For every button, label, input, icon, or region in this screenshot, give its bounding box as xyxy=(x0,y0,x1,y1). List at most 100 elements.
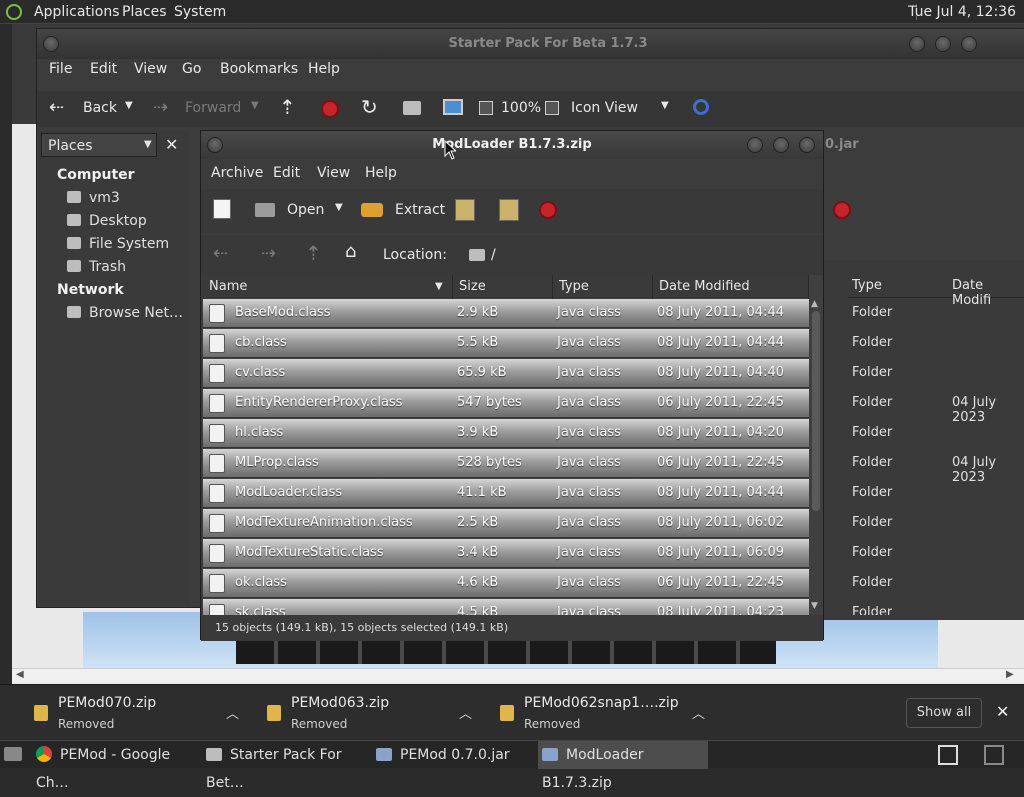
column-header-date[interactable]: Date Modifi xyxy=(952,278,1024,308)
task-pemod-jar[interactable]: PEMod 0.7.0.jar xyxy=(376,741,536,769)
up-icon[interactable]: ⇡ xyxy=(305,241,322,265)
close-button[interactable] xyxy=(961,36,977,52)
stop-icon[interactable] xyxy=(539,201,557,219)
scroll-left-icon[interactable]: ◀ xyxy=(16,669,24,680)
back-button[interactable]: Back xyxy=(83,100,117,116)
close-button[interactable] xyxy=(799,137,815,153)
add-files-icon[interactable] xyxy=(455,199,475,221)
background-tab-title[interactable]: 0.jar xyxy=(825,137,859,152)
menu-go[interactable]: Go xyxy=(182,61,201,77)
location-input[interactable]: / xyxy=(491,247,496,263)
table-row[interactable]: cv.class 65.9 kB Java class 08 July 2011, 0… xyxy=(203,359,809,388)
column-header-type[interactable]: Type xyxy=(852,278,882,293)
sidebar-item-browse-network[interactable]: Browse Net… xyxy=(67,305,183,321)
applications-menu[interactable]: Applications xyxy=(34,4,120,20)
download-item[interactable]: PEMod063.zip Removed ︿ xyxy=(241,685,473,741)
download-item[interactable]: PEMod062snap1….zip Removed ︿ xyxy=(474,685,706,741)
menu-archive[interactable]: Archive xyxy=(211,165,263,181)
list-item-type[interactable]: Folder xyxy=(852,425,892,440)
reload-icon[interactable]: ↻ xyxy=(361,95,378,119)
file-manager-titlebar[interactable]: Starter Pack For Beta 1.7.3 xyxy=(37,29,1024,59)
up-icon[interactable]: ⇡ xyxy=(279,95,296,119)
list-item-type[interactable]: Folder xyxy=(852,365,892,380)
list-item-type[interactable]: Folder xyxy=(852,395,892,410)
menu-edit[interactable]: Edit xyxy=(90,61,117,77)
column-header-name[interactable]: Name ▼ xyxy=(203,275,453,299)
forward-arrow-icon[interactable]: ⇢ xyxy=(261,243,276,264)
back-arrow-icon[interactable]: ⇠ xyxy=(49,97,64,118)
menu-view[interactable]: View xyxy=(317,165,350,181)
list-item-type[interactable]: Folder xyxy=(852,455,892,470)
home-icon[interactable]: ⌂ xyxy=(345,241,356,262)
show-desktop-icon[interactable] xyxy=(4,747,22,761)
open-dropdown-icon[interactable]: ▼ xyxy=(335,202,343,213)
chevron-up-icon[interactable]: ︿ xyxy=(226,703,239,722)
maximize-button[interactable] xyxy=(773,137,789,153)
chevron-up-icon[interactable]: ︿ xyxy=(692,703,705,722)
task-google-chrome[interactable]: PEMod - Google Ch… xyxy=(36,741,204,791)
table-row[interactable]: ok.class 4.6 kB Java class 06 July 2011, 22… xyxy=(203,569,809,598)
table-row[interactable]: MLProp.class 528 bytes Java class 06 July 2… xyxy=(203,449,809,478)
clock[interactable]: Tue Jul 4, 12:36 xyxy=(908,4,1016,20)
table-row[interactable]: BaseMod.class 2.9 kB Java class 08 July 201… xyxy=(203,299,809,328)
system-menu[interactable]: System xyxy=(174,4,226,20)
table-row[interactable]: hl.class 3.9 kB Java class 08 July 2011, 04… xyxy=(203,419,809,448)
extract-button[interactable]: Extract xyxy=(395,202,445,218)
list-item-type[interactable]: Folder xyxy=(852,605,892,615)
task-modloader-zip[interactable]: ModLoader B1.7.3.zip xyxy=(538,741,708,791)
distro-logo-icon[interactable] xyxy=(6,4,22,20)
sidebar-close-icon[interactable]: ✕ xyxy=(165,135,178,154)
view-mode-dropdown-icon[interactable]: ▼ xyxy=(661,100,669,111)
workspace-switcher-icon[interactable] xyxy=(938,745,958,765)
menu-help[interactable]: Help xyxy=(365,165,397,181)
menu-file[interactable]: File xyxy=(49,61,72,77)
menu-help[interactable]: Help xyxy=(308,61,340,77)
column-header-type[interactable]: Type xyxy=(553,275,653,299)
table-row[interactable]: sk.class 4.5 kB Java class 08 July 2011, 04… xyxy=(203,599,809,615)
open-button[interactable]: Open xyxy=(287,202,324,218)
sidebar-selector[interactable]: Places ▼ xyxy=(41,133,157,157)
minimize-button[interactable] xyxy=(747,137,763,153)
forward-history-dropdown-icon[interactable]: ▼ xyxy=(251,100,259,111)
open-icon[interactable] xyxy=(255,203,275,217)
list-item-type[interactable]: Folder xyxy=(852,335,892,350)
scroll-up-icon[interactable]: ▲ xyxy=(811,299,818,309)
sidebar-item-file-system[interactable]: File System xyxy=(67,236,169,252)
back-arrow-icon[interactable]: ⇠ xyxy=(213,243,228,264)
list-item-type[interactable]: Folder xyxy=(852,305,892,320)
table-row[interactable]: EntityRendererProxy.class 547 bytes Java c… xyxy=(203,389,809,418)
extract-icon[interactable] xyxy=(361,203,383,217)
download-item[interactable]: PEMod070.zip Removed ︿ xyxy=(8,685,240,741)
list-vertical-scrollbar[interactable]: ▲ ▼ xyxy=(809,275,823,615)
minimize-button[interactable] xyxy=(909,36,925,52)
forward-button[interactable]: Forward xyxy=(185,100,241,116)
menu-edit[interactable]: Edit xyxy=(273,165,300,181)
table-row[interactable]: cb.class 5.5 kB Java class 08 July 2011, 04… xyxy=(203,329,809,358)
close-downloads-icon[interactable]: ✕ xyxy=(996,702,1009,721)
window-menu-button[interactable] xyxy=(207,137,223,153)
column-header-date[interactable]: Date Modified xyxy=(653,275,809,299)
chevron-up-icon[interactable]: ︿ xyxy=(459,703,472,722)
sidebar-item-trash[interactable]: Trash xyxy=(67,259,126,275)
sidebar-item-vm3[interactable]: vm3 xyxy=(67,190,120,206)
add-folder-icon[interactable] xyxy=(499,199,519,221)
sidebar-item-desktop[interactable]: Desktop xyxy=(67,213,147,229)
list-item-type[interactable]: Folder xyxy=(852,545,892,560)
table-row[interactable]: ModTextureAnimation.class 2.5 kB Java clas… xyxy=(203,509,809,538)
browser-horizontal-scrollbar[interactable]: ◀ ▶ xyxy=(12,668,1024,682)
zoom-out-icon[interactable] xyxy=(479,101,493,115)
stop-icon[interactable] xyxy=(321,100,339,118)
places-menu[interactable]: Places xyxy=(122,4,167,20)
list-item-type[interactable]: Folder xyxy=(852,575,892,590)
computer-icon[interactable] xyxy=(443,99,463,115)
table-row[interactable]: ModLoader.class 41.1 kB Java class 08 July … xyxy=(203,479,809,508)
menu-view[interactable]: View xyxy=(134,61,167,77)
forward-arrow-icon[interactable]: ⇢ xyxy=(153,97,168,118)
archive-titlebar[interactable]: ModLoader B1.7.3.zip xyxy=(201,131,823,159)
new-archive-icon[interactable] xyxy=(213,199,231,219)
scrollbar-thumb[interactable] xyxy=(812,311,820,511)
table-row[interactable]: ModTextureStatic.class 3.4 kB Java class 08… xyxy=(203,539,809,568)
list-item-type[interactable]: Folder xyxy=(852,515,892,530)
workspace-switcher-icon[interactable] xyxy=(984,745,1004,765)
home-folder-icon[interactable] xyxy=(403,101,421,115)
